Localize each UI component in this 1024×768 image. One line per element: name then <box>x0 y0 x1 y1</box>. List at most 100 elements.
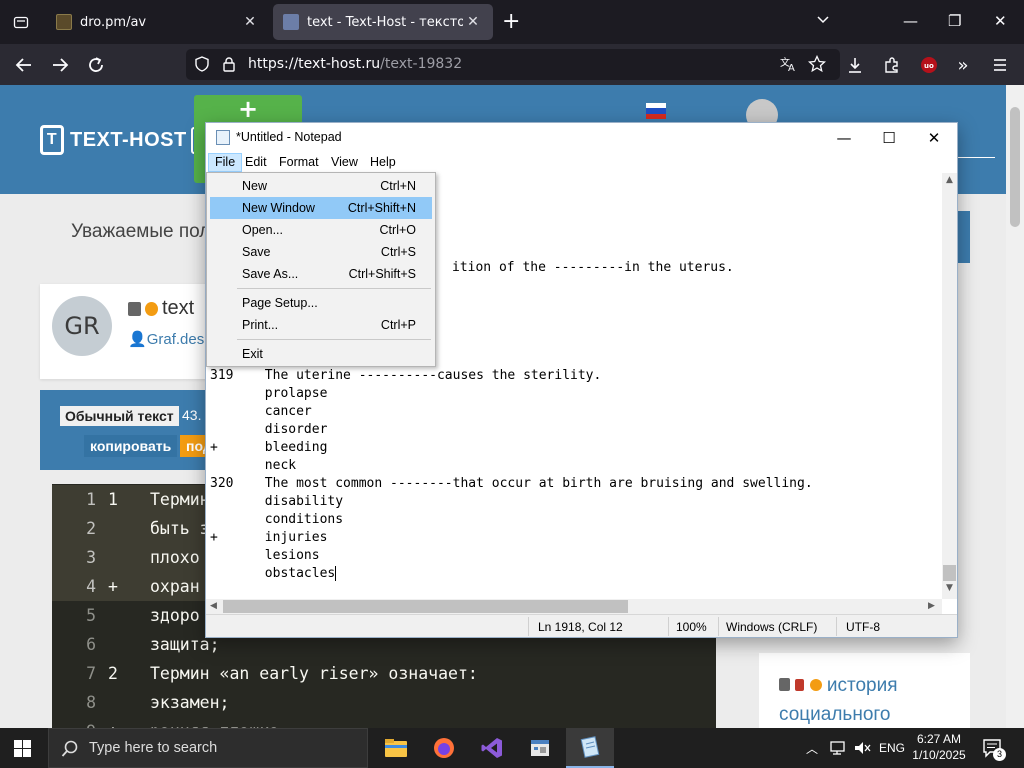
lock-icon[interactable] <box>219 54 239 74</box>
page-scrollbar[interactable] <box>1006 85 1024 728</box>
author-link[interactable]: 👤Graf.desi <box>128 330 208 348</box>
taskbar-clock[interactable]: 6:27 AM 1/10/2025 <box>907 731 971 763</box>
forward-button[interactable] <box>49 54 71 76</box>
close-icon[interactable]: ✕ <box>240 14 260 30</box>
start-button[interactable] <box>14 740 31 757</box>
line-number: 8 <box>86 693 96 712</box>
sidebar-header-strip <box>956 211 970 263</box>
translate-icon[interactable]: 文A <box>778 54 798 74</box>
close-window-button[interactable]: ✕ <box>994 12 1007 30</box>
taskbar-search-box[interactable]: Type here to search <box>48 728 368 768</box>
network-icon[interactable] <box>829 740 847 756</box>
notepad-app[interactable] <box>566 728 614 768</box>
scrollbar-thumb[interactable] <box>1010 107 1020 227</box>
calculator-app[interactable] <box>516 728 564 768</box>
bookmark-star-icon[interactable] <box>807 54 827 74</box>
browser-tab-dro[interactable]: dro.pm/av ✕ <box>46 4 270 40</box>
menu-item-shortcut: Ctrl+O <box>379 223 416 237</box>
text-title: text <box>128 297 194 320</box>
menu-view[interactable]: View <box>325 153 364 172</box>
author-avatar[interactable]: GR <box>52 296 112 356</box>
lock-icon <box>795 679 805 691</box>
puzzle-icon <box>885 57 898 73</box>
menu-file[interactable]: File <box>208 153 243 172</box>
tabs-dropdown-button[interactable] <box>815 12 831 32</box>
text-line: neck <box>210 457 296 475</box>
text-line: lesions <box>210 547 320 565</box>
ublock-button[interactable]: uo <box>918 54 940 76</box>
notice-text: Уважаемые пол <box>71 221 211 242</box>
notepad-minimize-button[interactable]: — <box>821 123 867 152</box>
menu-edit[interactable]: Edit <box>239 153 273 172</box>
menu-separator <box>237 339 431 340</box>
status-separator <box>718 617 719 636</box>
list-all-tabs-button[interactable] <box>0 0 42 44</box>
menu-item-page-setup[interactable]: Page Setup... <box>210 292 432 314</box>
menu-item-save[interactable]: Save Ctrl+S <box>210 241 432 263</box>
text-line: prolapse <box>210 385 328 403</box>
input-language[interactable]: ENG <box>879 741 905 755</box>
show-hidden-icons-icon[interactable]: ︿ <box>803 740 821 757</box>
more-tools-button[interactable]: » <box>952 54 974 76</box>
notepad-maximize-button[interactable]: ☐ <box>866 123 912 152</box>
menu-button[interactable] <box>989 54 1011 76</box>
text-line: disability <box>210 493 343 511</box>
scroll-down-icon[interactable]: ▼ <box>942 583 957 593</box>
extensions-button[interactable] <box>881 54 903 76</box>
minimize-button[interactable]: — <box>903 12 918 30</box>
related-link[interactable]: история социального <box>779 671 969 728</box>
scroll-left-icon[interactable]: ◀ <box>210 599 217 614</box>
text-line: 320 The most common --------that occur a… <box>210 475 813 493</box>
firefox-icon <box>434 738 454 758</box>
shield-icon[interactable] <box>192 54 212 74</box>
text-line-content: ition of the ---------in the uterus. <box>452 260 734 275</box>
line-text: охран <box>150 577 200 596</box>
menu-item-save-as[interactable]: Save As... Ctrl+Shift+S <box>210 263 432 285</box>
line-number: 6 <box>86 635 96 654</box>
notepad-vertical-scrollbar[interactable]: ▲ ▼ <box>942 173 957 599</box>
browser-tab-text-host[interactable]: text - Text-Host - текстовый хо ✕ <box>273 4 493 40</box>
scroll-right-icon[interactable]: ▶ <box>928 599 935 614</box>
menu-item-label: Exit <box>242 347 263 361</box>
address-bar[interactable]: https://text-host.ru/text-19832 文A <box>186 49 840 80</box>
copy-button[interactable]: копировать <box>84 435 178 457</box>
clock-time: 6:27 AM <box>916 732 962 746</box>
url-text[interactable]: https://text-host.ru/text-19832 <box>248 56 462 72</box>
menu-item-label: Save As... <box>242 267 299 281</box>
reload-button[interactable] <box>85 54 107 76</box>
text-line: cancer <box>210 403 312 421</box>
scrollbar-thumb[interactable] <box>943 565 956 581</box>
volume-muted-icon[interactable] <box>853 740 871 756</box>
menu-item-open[interactable]: Open... Ctrl+O <box>210 219 432 241</box>
firefox-app[interactable] <box>420 728 468 768</box>
header-divider <box>955 157 995 158</box>
close-icon[interactable]: ✕ <box>463 14 483 30</box>
menu-separator <box>237 288 431 289</box>
menu-format[interactable]: Format <box>273 153 325 172</box>
notepad-close-button[interactable]: ✕ <box>911 123 957 152</box>
downloads-button[interactable] <box>844 54 866 76</box>
reload-icon <box>89 57 103 72</box>
code-line: 7 2 Термин «an early riser» означает: <box>52 659 716 688</box>
russian-flag-icon[interactable] <box>646 103 666 119</box>
back-button[interactable] <box>13 54 35 76</box>
menu-help[interactable]: Help <box>364 153 402 172</box>
notepad-title: *Untitled - Notepad <box>236 130 342 144</box>
restore-button[interactable]: ❐ <box>948 12 961 30</box>
menu-item-new[interactable]: New Ctrl+N <box>210 175 432 197</box>
notification-center-button[interactable]: 3 <box>982 728 1006 768</box>
clock-icon <box>809 679 822 691</box>
menu-item-new-window[interactable]: New Window Ctrl+Shift+N <box>210 197 432 219</box>
new-tab-button[interactable]: + <box>502 10 520 34</box>
notepad-horizontal-scrollbar[interactable]: ◀ ▶ <box>206 599 942 614</box>
text-line-content: prolapse <box>210 386 328 401</box>
menu-item-print[interactable]: Print... Ctrl+P <box>210 314 432 336</box>
scrollbar-thumb[interactable] <box>223 600 628 613</box>
chevron-down-icon <box>817 16 829 24</box>
text-line: 319 The uterine ----------causes the ste… <box>210 367 601 385</box>
scroll-up-icon[interactable]: ▲ <box>942 175 957 185</box>
menu-item-exit[interactable]: Exit <box>210 343 432 365</box>
file-explorer-app[interactable] <box>372 728 420 768</box>
visual-studio-app[interactable] <box>468 728 516 768</box>
notepad-titlebar[interactable]: *Untitled - Notepad — ☐ ✕ <box>206 123 957 152</box>
